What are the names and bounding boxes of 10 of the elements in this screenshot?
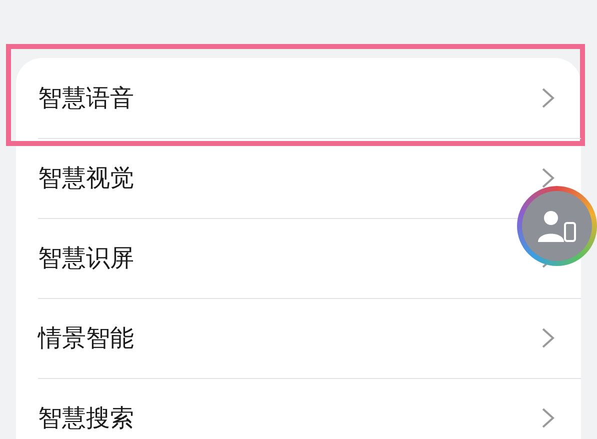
chevron-icon: [541, 407, 555, 429]
chevron-icon: [541, 167, 555, 189]
setting-label[interactable]: 智慧语音: [38, 82, 134, 114]
chevron-icon: [541, 87, 555, 109]
setting-label[interactable]: 智慧搜索: [38, 402, 134, 434]
setting-label[interactable]: 情景智能: [38, 322, 134, 354]
chevron-icon: [541, 327, 555, 349]
person-phone-icon: [537, 209, 577, 243]
setting-label[interactable]: 智慧识屏: [38, 242, 134, 274]
setting-label[interactable]: 智慧视觉: [38, 162, 134, 194]
